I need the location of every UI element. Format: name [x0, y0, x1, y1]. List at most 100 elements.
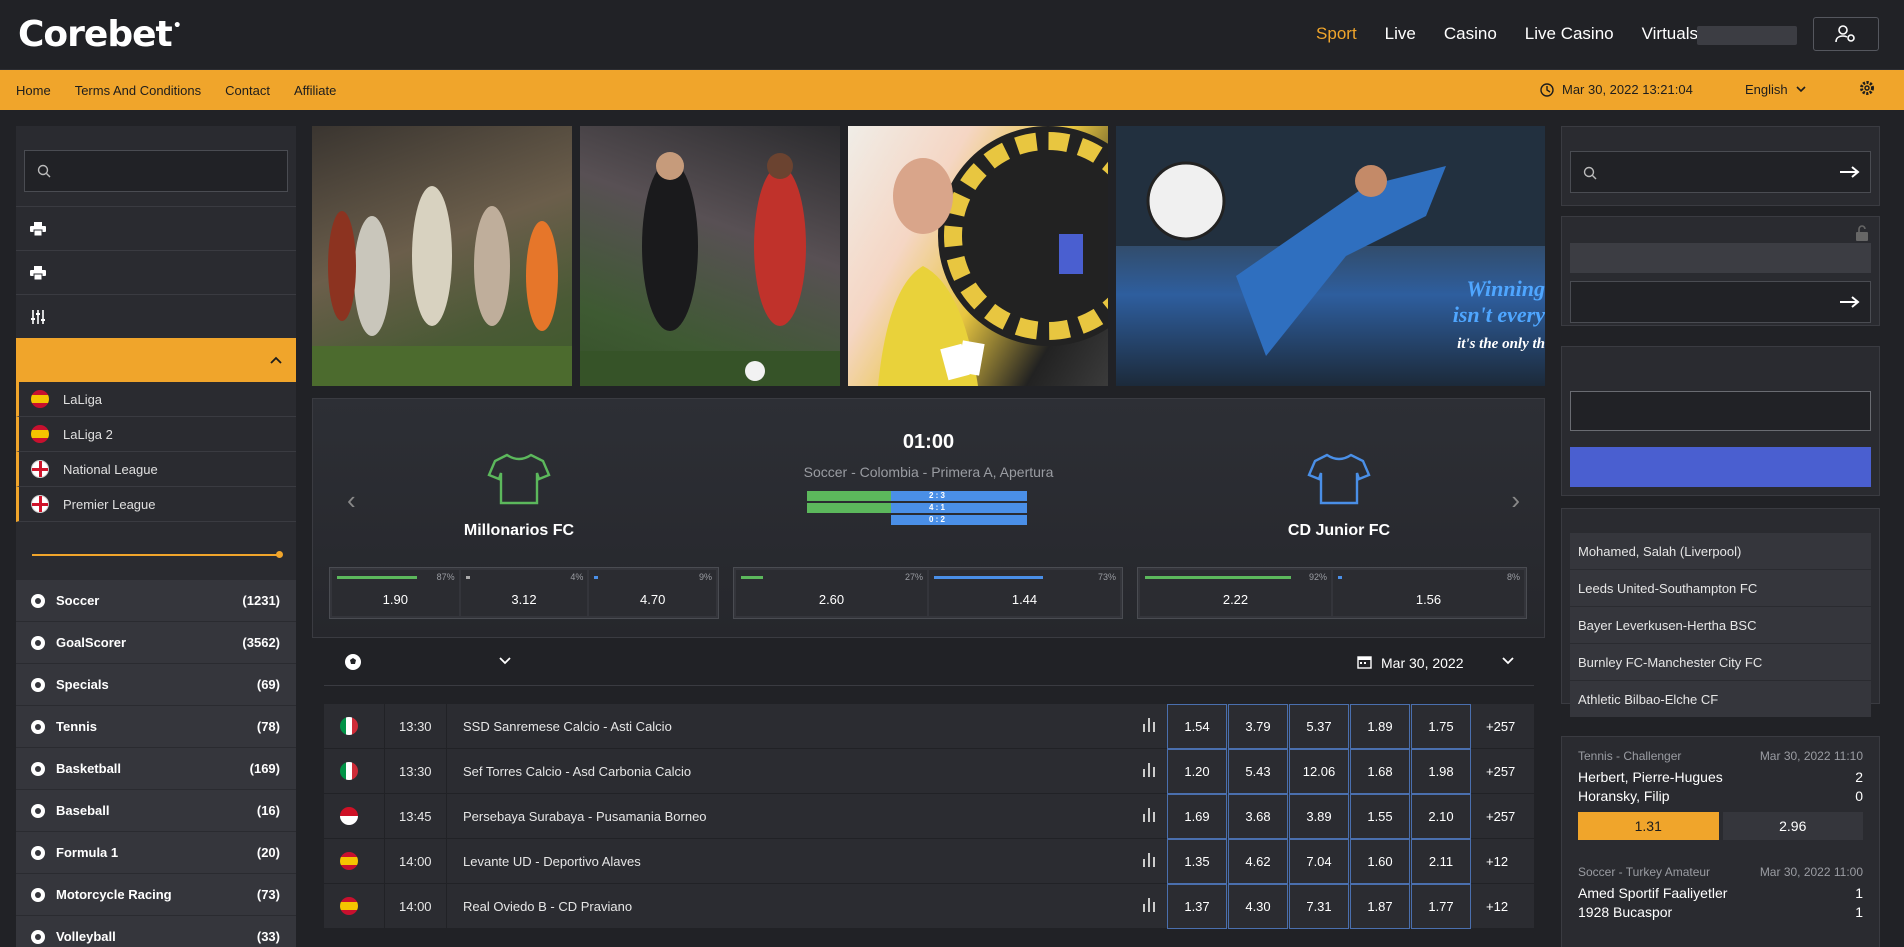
event-name[interactable]: SSD Sanremese Calcio - Asti Calcio	[463, 719, 672, 734]
sport-item[interactable]: Specials (69)	[16, 664, 296, 706]
ticket-input[interactable]	[1570, 281, 1871, 323]
odds-button[interactable]: 3.79	[1228, 704, 1288, 749]
more-markets[interactable]: +12	[1486, 899, 1508, 914]
odds-button[interactable]: 1.37	[1167, 884, 1227, 929]
stats-icon[interactable]	[1143, 718, 1155, 735]
nav-virtuals[interactable]: Virtuals	[1642, 24, 1698, 44]
nav-casino[interactable]: Casino	[1444, 24, 1497, 44]
chevron-down-icon[interactable]	[1502, 657, 1514, 665]
odds-button[interactable]: 1.60	[1350, 839, 1410, 884]
link-contact[interactable]: Contact	[225, 83, 270, 98]
odds-button[interactable]: 2.11	[1411, 839, 1471, 884]
arrow-right-icon[interactable]	[1840, 166, 1860, 178]
odds-button[interactable]: 1.55	[1350, 794, 1410, 839]
filter-button[interactable]	[16, 294, 296, 338]
live-match[interactable]: Soccer - Turkey Amateur Mar 30, 2022 11:0…	[1570, 857, 1871, 920]
odds-button[interactable]: 1.89	[1350, 704, 1410, 749]
more-markets[interactable]: +257	[1486, 719, 1515, 734]
top-bet-item[interactable]: Leeds United-Southampton FC	[1570, 570, 1871, 606]
odds-button[interactable]: 4.30	[1228, 884, 1288, 929]
odds-button[interactable]: 4% 3.12	[460, 570, 588, 616]
sport-item[interactable]: Baseball (16)	[16, 790, 296, 832]
link-home[interactable]: Home	[16, 83, 51, 98]
next-arrow-icon[interactable]: ›	[1511, 485, 1520, 516]
stats-icon[interactable]	[1143, 763, 1155, 780]
event-name[interactable]: Real Oviedo B - CD Praviano	[463, 899, 632, 914]
odds-button[interactable]: 1.75	[1411, 704, 1471, 749]
odds-slider[interactable]	[32, 551, 283, 558]
bet-search-input[interactable]	[1570, 151, 1871, 193]
sport-item[interactable]: Soccer (1231)	[16, 580, 296, 622]
logo[interactable]: Corebet•	[18, 14, 182, 55]
login-field[interactable]	[1697, 26, 1797, 45]
sport-item[interactable]: Volleyball (33)	[16, 916, 296, 947]
print-button[interactable]	[16, 206, 296, 250]
odds-button[interactable]: 1.87	[1350, 884, 1410, 929]
language-select[interactable]: English	[1745, 82, 1806, 97]
event-row[interactable]: 14:00 Levante UD - Deportivo Alaves 1.35 4.…	[324, 839, 1534, 884]
event-row[interactable]: 14:00 Real Oviedo B - CD Praviano 1.37 4.30…	[324, 884, 1534, 929]
event-row[interactable]: 13:30 Sef Torres Calcio - Asd Carbonia Ca…	[324, 749, 1534, 794]
odds-button[interactable]: 73% 1.44	[929, 570, 1120, 616]
favorites-header[interactable]	[16, 338, 296, 382]
league-item[interactable]: Premier League	[16, 487, 296, 522]
league-item[interactable]: LaLiga	[16, 382, 296, 417]
odds-button[interactable]: 3.89	[1289, 794, 1349, 839]
odds-button[interactable]: 87% 1.90	[332, 570, 459, 616]
betslip-input[interactable]	[1570, 391, 1871, 431]
odds-button[interactable]: 27% 2.60	[736, 570, 927, 616]
top-bet-item[interactable]: Mohamed, Salah (Liverpool)	[1570, 533, 1871, 569]
event-name[interactable]: Persebaya Surabaya - Pusamania Borneo	[463, 809, 707, 824]
odds-button[interactable]: 3.68	[1228, 794, 1288, 839]
banner-soccer-match[interactable]	[312, 126, 572, 386]
sport-item[interactable]: Tennis (78)	[16, 706, 296, 748]
odds-button[interactable]: 5.43	[1228, 749, 1288, 794]
event-row[interactable]: 13:30 SSD Sanremese Calcio - Asti Calcio 1…	[324, 704, 1534, 749]
link-affiliate[interactable]: Affiliate	[294, 83, 336, 98]
banner-football-players[interactable]	[580, 126, 840, 386]
odds-button[interactable]: 7.04	[1289, 839, 1349, 884]
sport-search-input[interactable]	[24, 150, 288, 192]
sport-item[interactable]: Motorcycle Racing (73)	[16, 874, 296, 916]
odds-button[interactable]: 1.20	[1167, 749, 1227, 794]
top-bet-item[interactable]: Burnley FC-Manchester City FC	[1570, 644, 1871, 680]
odds-button[interactable]: 9% 4.70	[589, 570, 717, 616]
unlock-icon[interactable]	[1855, 225, 1869, 241]
odds-button[interactable]: 4.62	[1228, 839, 1288, 884]
nav-live-casino[interactable]: Live Casino	[1525, 24, 1614, 44]
more-markets[interactable]: +257	[1486, 809, 1515, 824]
top-bet-item[interactable]: Athletic Bilbao-Elche CF	[1570, 681, 1871, 717]
odds-button[interactable]: 2.10	[1411, 794, 1471, 839]
live-odds-button[interactable]: 1.31	[1578, 812, 1719, 840]
banner-winning[interactable]: Winning isn't every it's the only th	[1116, 126, 1545, 386]
nav-sport[interactable]: Sport	[1316, 24, 1357, 44]
date-filter[interactable]: Mar 30, 2022	[1381, 655, 1464, 671]
nav-live[interactable]: Live	[1385, 24, 1416, 44]
live-odds-button[interactable]: 2.96	[1722, 812, 1863, 840]
settings-button[interactable]	[1859, 80, 1875, 99]
odds-button[interactable]: 1.54	[1167, 704, 1227, 749]
betslip-submit-button[interactable]	[1570, 447, 1871, 487]
odds-button[interactable]: 7.31	[1289, 884, 1349, 929]
odds-button[interactable]: 1.68	[1350, 749, 1410, 794]
arrow-right-icon[interactable]	[1840, 296, 1860, 308]
slider-handle[interactable]	[276, 551, 283, 558]
sport-item[interactable]: GoalScorer (3562)	[16, 622, 296, 664]
odds-button[interactable]: 8% 1.56	[1333, 570, 1524, 616]
odds-button[interactable]: 1.35	[1167, 839, 1227, 884]
soccer-ball-icon[interactable]	[344, 653, 362, 671]
league-item[interactable]: National League	[16, 452, 296, 487]
sport-item[interactable]: Basketball (169)	[16, 748, 296, 790]
event-row[interactable]: 13:45 Persebaya Surabaya - Pusamania Born…	[324, 794, 1534, 839]
odds-button[interactable]: 1.77	[1411, 884, 1471, 929]
odds-button[interactable]: 1.98	[1411, 749, 1471, 794]
odds-button[interactable]: 1.69	[1167, 794, 1227, 839]
live-match[interactable]: Tennis - Challenger Mar 30, 2022 11:10 Her…	[1570, 741, 1871, 840]
odds-button[interactable]: 92% 2.22	[1140, 570, 1331, 616]
chevron-down-icon[interactable]	[499, 657, 511, 665]
top-bet-item[interactable]: Bayer Leverkusen-Hertha BSC	[1570, 607, 1871, 643]
banner-casino[interactable]	[848, 126, 1108, 386]
ticket-code-field[interactable]	[1570, 243, 1871, 273]
link-terms[interactable]: Terms And Conditions	[75, 83, 201, 98]
odds-button[interactable]: 12.06	[1289, 749, 1349, 794]
